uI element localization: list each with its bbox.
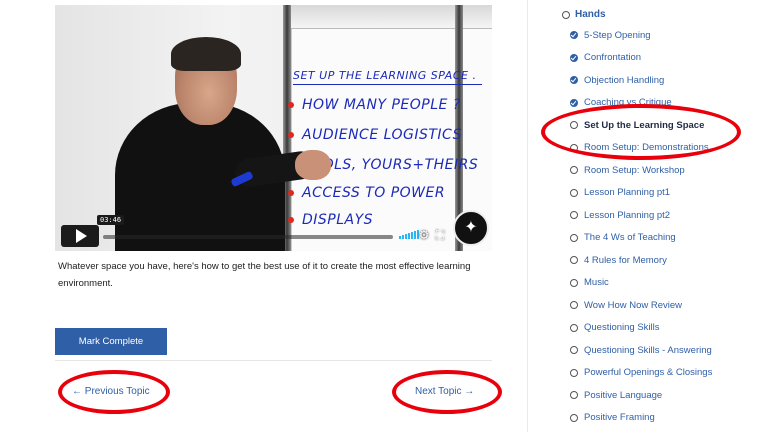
presenter-hand [295,150,331,180]
divider [55,360,492,361]
sidebar-divider [527,0,528,432]
section-header-hands[interactable]: Hands [562,9,606,20]
topic-item[interactable]: Powerful Openings & Closings [570,362,712,385]
topic-description: Whatever space you have, here's how to g… [58,261,471,289]
bullet-icon [288,190,294,196]
progress-bar[interactable] [103,235,393,239]
check-circle-icon [570,31,578,40]
play-button[interactable] [61,225,99,247]
circle-icon [570,188,578,197]
topic-item[interactable]: 5-Step Opening [570,24,712,47]
mark-complete-button[interactable]: Mark Complete [55,328,167,355]
bullet-icon [288,102,294,108]
circle-icon [570,143,578,152]
topic-item[interactable]: Lesson Planning pt1 [570,182,712,205]
video-controls: 03:46 ⚙ ⛶ [55,215,492,251]
gear-icon[interactable]: ⚙ [417,228,431,242]
circle-icon [570,323,578,332]
topic-item[interactable]: Room Setup: Demonstrations [570,137,712,160]
flipchart-line: HOW MANY PEOPLE ? [288,97,461,113]
fullscreen-icon[interactable]: ⛶ [433,228,447,242]
circle-icon [562,10,570,19]
circle-icon [570,166,578,175]
circle-icon [570,301,578,310]
circle-icon [570,211,578,220]
topic-item[interactable]: Lesson Planning pt2 [570,204,712,227]
topic-item[interactable]: Room Setup: Workshop [570,159,712,182]
previous-topic-link[interactable]: ← Previous Topic [72,386,150,397]
flipchart-line: ACCESS TO POWER [288,185,445,201]
topic-item[interactable]: Music [570,272,712,295]
timecode: 03:46 [97,215,125,225]
circle-icon [570,346,578,355]
topic-item[interactable]: Coaching vs Critique [570,92,712,115]
play-icon [76,229,87,243]
topic-item[interactable]: The 4 Ws of Teaching [570,227,712,250]
circle-icon [570,413,578,422]
topic-item[interactable]: Questioning Skills [570,317,712,340]
presenter-hair [171,37,241,71]
flipchart-title: SET UP THE LEARNING SPACE . [293,69,483,85]
circle-icon [570,278,578,287]
topic-item[interactable]: Objection Handling [570,69,712,92]
check-circle-icon [570,98,578,107]
section-title: Hands [575,9,606,20]
topic-item[interactable]: Positive Framing [570,407,712,430]
circle-icon [570,391,578,400]
circle-icon [570,368,578,377]
topic-item-current[interactable]: Set Up the Learning Space [570,114,712,137]
volume-icon[interactable] [399,230,419,239]
check-circle-icon [570,53,578,62]
topic-list: 5-Step Opening Confrontation Objection H… [570,24,712,429]
bullet-icon [288,132,294,138]
next-topic-link[interactable]: Next Topic → [415,386,474,397]
circle-icon [570,121,578,130]
topic-item[interactable]: Positive Language [570,384,712,407]
circle-icon [570,256,578,265]
circle-icon [570,233,578,242]
check-circle-icon [570,76,578,85]
flipchart-line: AUDIENCE LOGISTICS [288,127,462,143]
topic-item[interactable]: 4 Rules for Memory [570,249,712,272]
topic-item[interactable]: Questioning Skills - Answering [570,339,712,362]
topic-item[interactable]: Confrontation [570,47,712,70]
topic-item[interactable]: Wow How Now Review [570,294,712,317]
video-player[interactable]: SET UP THE LEARNING SPACE . HOW MANY PEO… [55,5,492,251]
